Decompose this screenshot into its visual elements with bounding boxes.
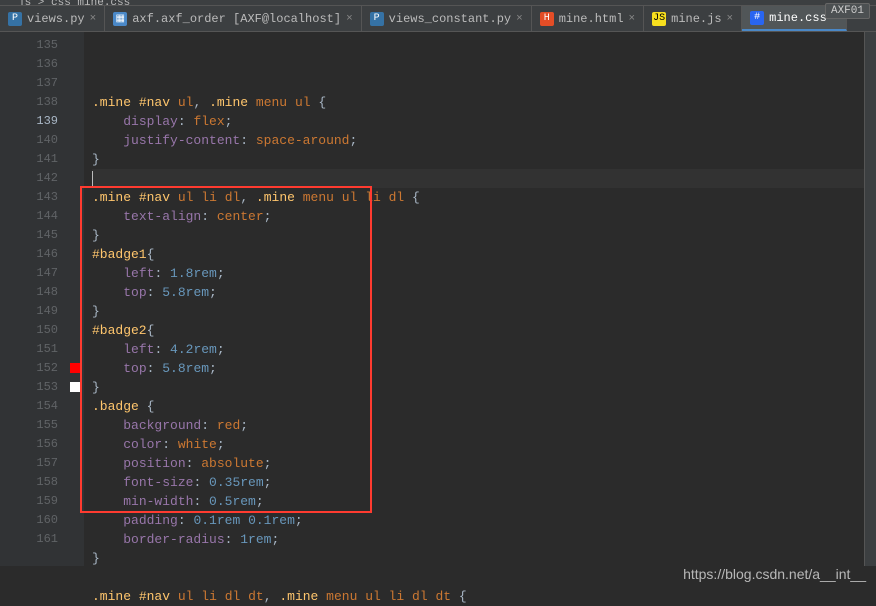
tab-views-py[interactable]: Pviews.py × <box>0 6 105 31</box>
code-line[interactable]: position: absolute; <box>92 454 864 473</box>
line-number: 158 <box>16 473 58 492</box>
close-icon[interactable]: × <box>629 13 636 25</box>
tab-mine-html[interactable]: Hmine.html × <box>532 6 644 31</box>
line-number: 137 <box>16 74 58 93</box>
code-line[interactable]: text-align: center; <box>92 207 864 226</box>
code-line[interactable]: #badge2{ <box>92 321 864 340</box>
line-number: 159 <box>16 492 58 511</box>
line-number: 161 <box>16 530 58 549</box>
tab-label: views_constant.py <box>389 12 511 26</box>
code-line[interactable]: } <box>92 378 864 397</box>
line-number: 143 <box>16 188 58 207</box>
line-number: 155 <box>16 416 58 435</box>
code-line[interactable]: justify-content: space-around; <box>92 131 864 150</box>
left-margin <box>0 32 16 566</box>
line-number: 149 <box>16 302 58 321</box>
tab-views-constant-py[interactable]: Pviews_constant.py × <box>362 6 532 31</box>
css-file-icon: # <box>750 11 764 25</box>
code-line[interactable]: color: white; <box>92 435 864 454</box>
code-line[interactable]: min-width: 0.5rem; <box>92 492 864 511</box>
tab-label: axf.axf_order [AXF@localhost] <box>132 12 341 26</box>
line-number: 160 <box>16 511 58 530</box>
line-number: 150 <box>16 321 58 340</box>
line-number: 138 <box>16 93 58 112</box>
line-number: 152 <box>16 359 58 378</box>
close-icon[interactable]: × <box>346 13 353 25</box>
close-icon[interactable]: × <box>516 13 523 25</box>
line-number: 141 <box>16 150 58 169</box>
py-file-icon: P <box>370 12 384 26</box>
line-number-gutter: 1351361371381391401411421431441451461471… <box>16 32 66 566</box>
code-line[interactable]: left: 1.8rem; <box>92 264 864 283</box>
editor-tabs: Pviews.py × ▦ axf.axf_order [AXF@localhost]… <box>0 6 876 32</box>
line-number: 157 <box>16 454 58 473</box>
scrollbar[interactable] <box>864 32 876 566</box>
tab-label: mine.html <box>559 12 624 26</box>
tab-label: mine.css <box>769 11 827 25</box>
tab-label: mine.js <box>671 12 721 26</box>
py-file-icon: P <box>8 12 22 26</box>
html-file-icon: H <box>540 12 554 26</box>
line-number: 140 <box>16 131 58 150</box>
watermark: https://blog.csdn.net/a__int__ <box>683 566 866 582</box>
line-number: 142 <box>16 169 58 188</box>
line-number: 147 <box>16 264 58 283</box>
line-number: 144 <box>16 207 58 226</box>
line-number: 151 <box>16 340 58 359</box>
line-number: 139 <box>16 112 58 131</box>
code-line[interactable]: display: flex; <box>92 112 864 131</box>
code-line[interactable]: border-radius: 1rem; <box>92 530 864 549</box>
code-line[interactable]: .mine #nav ul li dl dt, .mine menu ul li… <box>92 587 864 606</box>
line-number: 136 <box>16 55 58 74</box>
code-line[interactable]: left: 4.2rem; <box>92 340 864 359</box>
line-number: 154 <box>16 397 58 416</box>
code-area[interactable]: .mine #nav ul, .mine menu ul { display: … <box>84 32 864 566</box>
code-line[interactable]: font-size: 0.35rem; <box>92 473 864 492</box>
code-line[interactable]: #badge1{ <box>92 245 864 264</box>
line-number: 146 <box>16 245 58 264</box>
code-line[interactable]: padding: 0.1rem 0.1rem; <box>92 511 864 530</box>
code-line[interactable]: } <box>92 150 864 169</box>
line-number: 135 <box>16 36 58 55</box>
js-file-icon: JS <box>652 12 666 26</box>
code-line[interactable]: .mine #nav ul, .mine menu ul { <box>92 93 864 112</box>
code-line[interactable]: .mine #nav ul li dl, .mine menu ul li dl… <box>92 188 864 207</box>
db-file-icon: ▦ <box>113 12 127 26</box>
code-line[interactable]: .badge { <box>92 397 864 416</box>
gutter-marks <box>66 32 84 566</box>
line-number: 148 <box>16 283 58 302</box>
color-swatch-icon[interactable] <box>70 363 80 373</box>
close-icon[interactable]: × <box>90 13 97 25</box>
tab-axf-axf-order-axf-localhost-[interactable]: ▦ axf.axf_order [AXF@localhost] × <box>105 6 361 31</box>
close-icon[interactable]: × <box>727 13 734 25</box>
line-number: 156 <box>16 435 58 454</box>
code-line[interactable]: } <box>92 302 864 321</box>
tab-label: views.py <box>27 12 85 26</box>
project-badge: AXF01 <box>825 3 870 19</box>
code-line[interactable]: } <box>92 226 864 245</box>
tab-mine-js[interactable]: JS mine.js × <box>644 6 742 31</box>
code-line[interactable]: top: 5.8rem; <box>92 359 864 378</box>
editor: 1351361371381391401411421431441451461471… <box>0 32 876 566</box>
color-swatch-icon[interactable] <box>70 382 80 392</box>
code-line[interactable]: background: red; <box>92 416 864 435</box>
line-number: 145 <box>16 226 58 245</box>
code-line[interactable]: top: 5.8rem; <box>92 283 864 302</box>
line-number: 153 <box>16 378 58 397</box>
code-line[interactable] <box>92 169 864 188</box>
